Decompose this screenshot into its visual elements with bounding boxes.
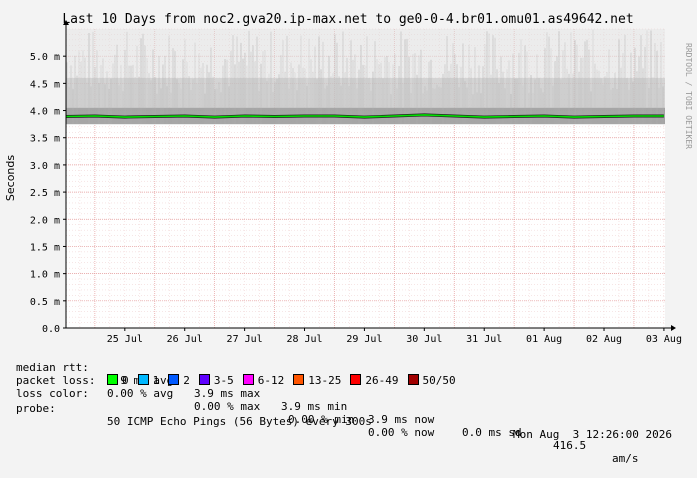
- loss-color-legend: 0 1 2 3-5 6-12 13-25 26-49 50/50: [107, 374, 465, 387]
- x-tick-label: 30 Jul: [406, 334, 442, 345]
- loss-color-swatch: [107, 374, 118, 385]
- x-tick-label: 28 Jul: [286, 334, 322, 345]
- y-tick-label: 4.0 m: [30, 107, 60, 118]
- y-tick-label: 3.0 m: [30, 161, 60, 172]
- chart-title: Last 10 Days from noc2.gva20.ip-max.net …: [62, 12, 633, 27]
- x-tick-label: 03 Aug: [646, 334, 682, 345]
- y-tick-label: 0.0: [42, 324, 60, 335]
- x-tick-label: 26 Jul: [167, 334, 203, 345]
- loss-color-swatch-label: 13-25: [308, 374, 342, 387]
- loss-color-swatch-label: 1: [152, 374, 160, 387]
- probe-timestamp: Mon Aug 3 12:26:00 2026: [513, 428, 672, 441]
- loss-color-swatch-label: 0: [122, 374, 129, 387]
- loss-color-swatch-label: 50/50: [422, 374, 456, 387]
- loss-color-swatch-label: 2: [183, 374, 190, 387]
- x-tick-label: 27 Jul: [227, 334, 263, 345]
- x-tick-label: 31 Jul: [466, 334, 502, 345]
- loss-color-swatch-label: 26-49: [365, 374, 399, 387]
- loss-color-item: 3-5: [198, 374, 234, 387]
- loss-color-item: 6-12: [242, 374, 285, 387]
- loss-color-swatch: [242, 374, 254, 385]
- loss-color-item: 26-49: [350, 374, 399, 387]
- y-tick-label: 2.0 m: [30, 215, 60, 226]
- y-tick-label: 5.0 m: [30, 52, 60, 63]
- y-tick-label: 4.5 m: [30, 79, 60, 90]
- loss-color-swatch: [168, 374, 180, 385]
- loss-color-item: 0: [107, 374, 129, 387]
- loss-color-item: 13-25: [293, 374, 341, 387]
- x-tick-label: 02 Aug: [586, 334, 622, 345]
- loss-color-swatch: [407, 374, 419, 385]
- x-tick-label: 01 Aug: [526, 334, 562, 345]
- loss-color-swatch: [198, 374, 210, 385]
- loss-color-item: 50/50: [407, 374, 456, 387]
- y-axis-label: Seconds: [4, 155, 17, 201]
- x-tick-label: 29 Jul: [346, 334, 382, 345]
- loss-color-swatch-label: 3-5: [213, 374, 234, 387]
- loss-color-swatch-label: 6-12: [257, 374, 285, 387]
- smokeping-graph: 0.0 0.5 m 1.0 m 1.5 m 2.0 m 2.5 m 3.0 m 3.5 m 4.…: [0, 0, 697, 465]
- loss-color-item: 1: [137, 374, 160, 387]
- loss-color-item: 2: [168, 374, 190, 387]
- x-axis-arrow: [671, 325, 676, 331]
- loss-color-swatch: [137, 374, 149, 385]
- probe-row: probe: 50 ICMP Echo Pings (56 Bytes) eve…: [16, 389, 686, 454]
- y-tick-label: 3.5 m: [30, 134, 60, 145]
- loss-color-swatch: [350, 374, 362, 385]
- probe-text: 50 ICMP Echo Pings (56 Bytes) every 300s: [107, 415, 372, 428]
- x-tick-label: 25 Jul: [107, 334, 143, 345]
- y-tick-label: 2.5 m: [30, 188, 60, 199]
- loss-color-swatch: [293, 374, 305, 385]
- y-tick-label: 0.5 m: [30, 297, 60, 308]
- y-tick-label: 1.0 m: [30, 270, 60, 281]
- y-tick-label: 1.5 m: [30, 242, 60, 253]
- chart: 0.0 0.5 m 1.0 m 1.5 m 2.0 m 2.5 m 3.0 m 3.5 m 4.…: [4, 12, 693, 345]
- probe-label: probe:: [16, 402, 56, 415]
- rrdtool-watermark: RRDTOOL / TOBI OETIKER: [684, 43, 693, 149]
- smoke-band: [66, 29, 665, 125]
